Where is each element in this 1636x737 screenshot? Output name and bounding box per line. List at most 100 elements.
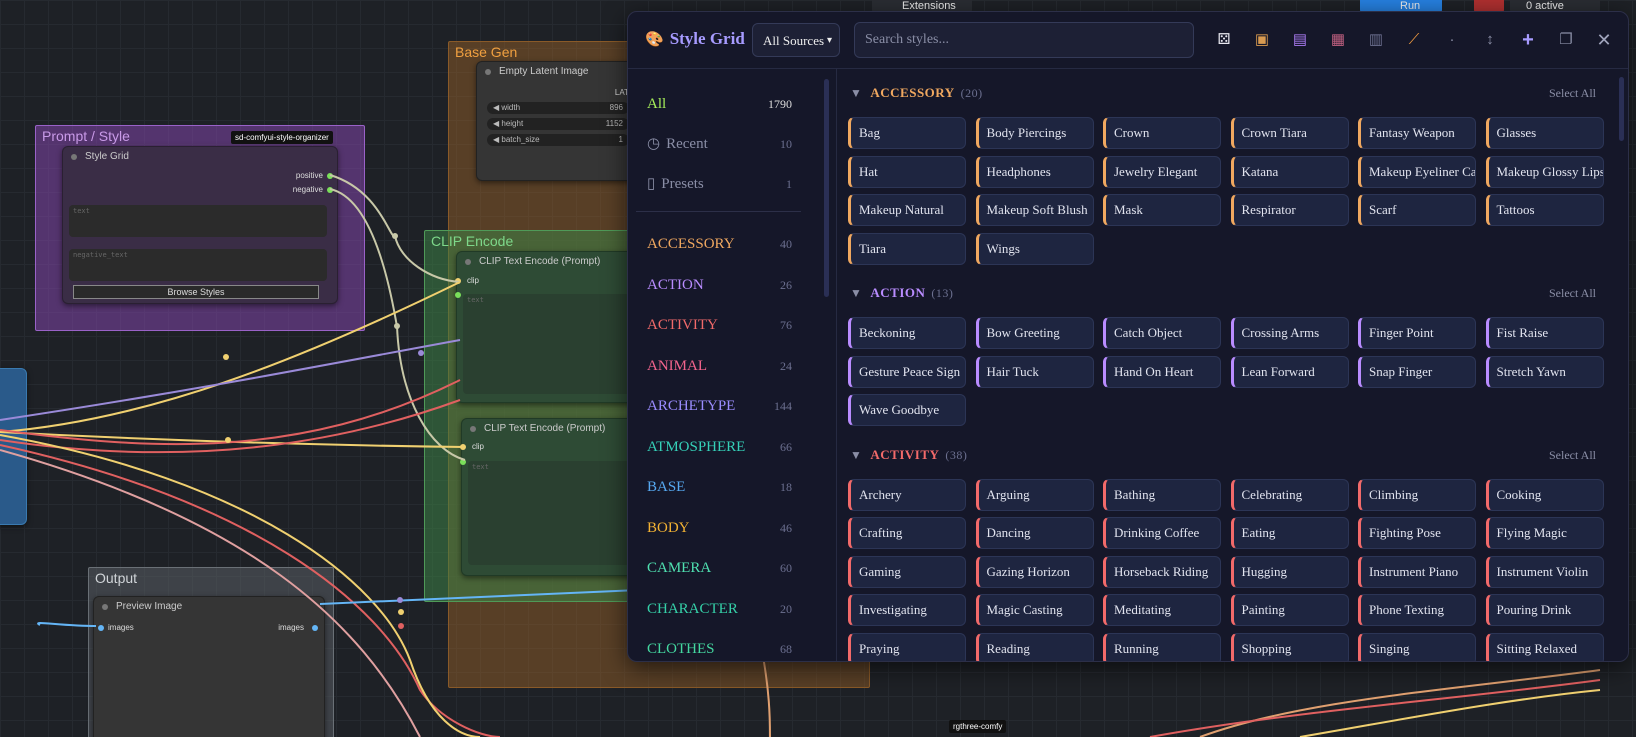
dot-icon[interactable]: · xyxy=(1441,28,1463,52)
style-chip[interactable]: Crown Tiara xyxy=(1230,117,1349,149)
sidebar-item-clothes[interactable]: CLOTHES 68 xyxy=(647,637,792,661)
sidebar-item-archetype[interactable]: ARCHETYPE 144 xyxy=(647,394,792,418)
style-chip[interactable]: Hand On Heart xyxy=(1103,355,1221,388)
content-scrollbar[interactable] xyxy=(1619,77,1624,141)
style-chip[interactable]: Crossing Arms xyxy=(1230,317,1349,349)
style-chip[interactable]: Gaming xyxy=(848,555,966,588)
section-header-activity[interactable]: ▼ ACTIVITY (38) xyxy=(850,445,967,465)
style-chip[interactable]: Wings xyxy=(975,232,1094,265)
style-chip[interactable]: Dancing xyxy=(975,517,1094,549)
style-chip[interactable]: Investigating xyxy=(848,594,966,626)
sidebar-item-recent[interactable]: ◷ Recent 10 xyxy=(647,132,792,156)
style-chip[interactable]: Reading xyxy=(975,632,1094,661)
resize-vertical-icon[interactable]: ↕ xyxy=(1479,28,1501,52)
sidebar-item-presets[interactable]: ▯ Presets 1 xyxy=(647,172,792,196)
collapse-triangle-icon[interactable]: ▼ xyxy=(850,286,862,300)
style-chip[interactable]: Fantasy Weapon xyxy=(1358,117,1476,149)
brush-icon[interactable]: ⟋ xyxy=(1403,28,1425,52)
select-all-button[interactable]: Select All xyxy=(1549,283,1596,303)
style-chip[interactable]: Snap Finger xyxy=(1358,355,1476,388)
style-chip[interactable]: Hat xyxy=(848,155,966,188)
style-chip[interactable]: Phone Texting xyxy=(1358,594,1476,626)
sidebar-item-animal[interactable]: ANIMAL 24 xyxy=(647,354,792,378)
style-chip[interactable]: Gesture Peace Sign xyxy=(848,355,966,388)
search-input[interactable] xyxy=(854,22,1194,58)
style-chip[interactable]: Horseback Riding xyxy=(1103,555,1221,588)
style-chip[interactable]: Running xyxy=(1103,632,1221,661)
style-chip[interactable]: Crafting xyxy=(848,517,966,549)
style-chip[interactable]: Fighting Pose xyxy=(1358,517,1476,549)
sidebar-item-action[interactable]: ACTION 26 xyxy=(647,273,792,297)
style-chip[interactable]: Respirator xyxy=(1230,194,1349,226)
style-chip[interactable]: Makeup Eyeliner Cat xyxy=(1358,155,1476,188)
style-chip[interactable]: Bow Greeting xyxy=(975,317,1094,349)
style-chip[interactable]: Tattoos xyxy=(1485,194,1604,226)
style-chip[interactable]: Pouring Drink xyxy=(1485,594,1604,626)
select-all-button[interactable]: Select All xyxy=(1549,445,1596,465)
style-chip[interactable]: Finger Point xyxy=(1358,317,1476,349)
document-icon[interactable]: ▥ xyxy=(1365,28,1387,52)
style-chip[interactable]: Singing xyxy=(1358,632,1476,661)
style-chip[interactable]: Bag xyxy=(848,117,966,149)
style-chip[interactable]: Makeup Natural xyxy=(848,194,966,226)
section-header-accessory[interactable]: ▼ ACCESSORY (20) xyxy=(850,83,983,103)
sidebar-item-character[interactable]: CHARACTER 20 xyxy=(647,597,792,621)
source-select[interactable]: All Sources ▾ xyxy=(752,23,840,57)
style-chip[interactable]: Scarf xyxy=(1358,194,1476,226)
style-chip[interactable]: Instrument Piano xyxy=(1358,555,1476,588)
sidebar-item-activity[interactable]: ACTIVITY 76 xyxy=(647,313,792,337)
select-all-button[interactable]: Select All xyxy=(1549,83,1596,103)
package-icon[interactable]: ▣ xyxy=(1251,28,1273,52)
style-chip[interactable]: Katana xyxy=(1230,155,1349,188)
style-chip[interactable]: Glasses xyxy=(1485,117,1604,149)
sidebar-item-atmosphere[interactable]: ATMOSPHERE 66 xyxy=(647,435,792,459)
style-chip[interactable]: Makeup Glossy Lips xyxy=(1485,155,1604,188)
style-chip[interactable]: Makeup Soft Blush xyxy=(975,194,1094,226)
close-icon[interactable]: ✕ xyxy=(1593,28,1615,52)
style-chip[interactable]: Tiara xyxy=(848,232,966,265)
section-header-action[interactable]: ▼ ACTION (13) xyxy=(850,283,953,303)
sidebar-item-camera[interactable]: CAMERA 60 xyxy=(647,556,792,580)
style-chip[interactable]: Archery xyxy=(848,478,966,511)
style-chip[interactable]: Wave Goodbye xyxy=(848,394,966,426)
style-chip[interactable]: Flying Magic xyxy=(1485,517,1604,549)
style-chip[interactable]: Praying xyxy=(848,632,966,661)
style-chip[interactable]: Fist Raise xyxy=(1485,317,1604,349)
style-chip[interactable]: Body Piercings xyxy=(975,117,1094,149)
sidebar-item-body[interactable]: BODY 46 xyxy=(647,516,792,540)
style-chip[interactable]: Sitting Relaxed xyxy=(1485,632,1604,661)
style-chip[interactable]: Drinking Coffee xyxy=(1103,517,1221,549)
window-icon[interactable]: ❐ xyxy=(1555,28,1577,52)
style-chip[interactable]: Magic Casting xyxy=(975,594,1094,626)
style-chip[interactable]: Arguing xyxy=(975,478,1094,511)
collapse-triangle-icon[interactable]: ▼ xyxy=(850,448,862,462)
style-chip[interactable]: Eating xyxy=(1230,517,1349,549)
style-chip[interactable]: Instrument Violin xyxy=(1485,555,1604,588)
style-chip[interactable]: Painting xyxy=(1230,594,1349,626)
sidebar-item-base[interactable]: BASE 18 xyxy=(647,475,792,499)
style-chip[interactable]: Climbing xyxy=(1358,478,1476,511)
style-chip[interactable]: Cooking xyxy=(1485,478,1604,511)
dice-icon[interactable]: ⚄ xyxy=(1213,28,1235,52)
style-chip[interactable]: Catch Object xyxy=(1103,317,1221,349)
style-chip[interactable]: Headphones xyxy=(975,155,1094,188)
style-chip[interactable]: Hair Tuck xyxy=(975,355,1094,388)
style-chip[interactable]: Crown xyxy=(1103,117,1221,149)
sidebar-scrollbar[interactable] xyxy=(824,79,829,297)
plus-icon[interactable]: + xyxy=(1517,28,1539,52)
style-chip[interactable]: Bathing xyxy=(1103,478,1221,511)
style-chip[interactable]: Gazing Horizon xyxy=(975,555,1094,588)
style-chip[interactable]: Jewelry Elegant xyxy=(1103,155,1221,188)
style-chip[interactable]: Stretch Yawn xyxy=(1485,355,1604,388)
style-chip[interactable]: Shopping xyxy=(1230,632,1349,661)
style-chip[interactable]: Hugging xyxy=(1230,555,1349,588)
style-chip[interactable]: Celebrating xyxy=(1230,478,1349,511)
clipboard-icon[interactable]: ▦ xyxy=(1327,28,1349,52)
style-chip[interactable]: Mask xyxy=(1103,194,1221,226)
save-icon[interactable]: ▤ xyxy=(1289,28,1311,52)
sidebar-item-all[interactable]: All 1790 xyxy=(647,92,792,116)
style-chip[interactable]: Lean Forward xyxy=(1230,355,1349,388)
style-chip[interactable]: Beckoning xyxy=(848,317,966,349)
style-chip[interactable]: Meditating xyxy=(1103,594,1221,626)
sidebar-item-accessory[interactable]: ACCESSORY 40 xyxy=(647,232,792,256)
